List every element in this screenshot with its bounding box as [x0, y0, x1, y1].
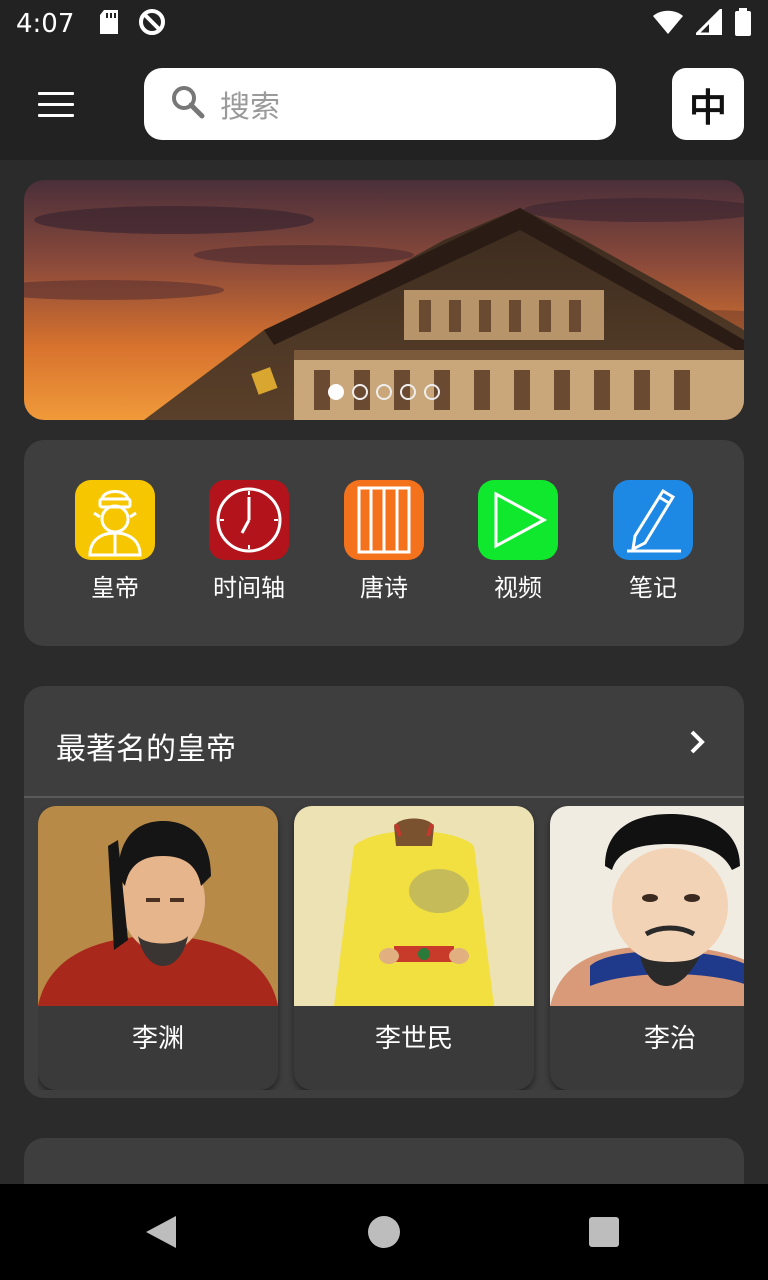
recent-apps-icon[interactable] — [589, 1217, 619, 1247]
li-shimin-portrait — [294, 806, 534, 1006]
category-timeline[interactable]: 时间轴 — [189, 480, 309, 603]
li-yuan-portrait — [38, 806, 278, 1006]
carousel-dot[interactable] — [424, 384, 440, 400]
emperor-carousel[interactable]: 李渊 李世民 李治 — [38, 806, 744, 1090]
emperor-card[interactable]: 李治 — [550, 806, 744, 1090]
hamburger-menu-icon[interactable] — [28, 82, 84, 126]
pencil-icon — [613, 480, 693, 560]
emperor-name: 李渊 — [131, 1023, 184, 1054]
category-grid: 皇帝 时间轴 唐诗 视频 笔记 — [24, 440, 744, 646]
status-time: 4:07 — [16, 9, 75, 39]
poetry-scroll-icon — [344, 480, 424, 560]
category-video[interactable]: 视频 — [458, 480, 578, 603]
back-icon[interactable] — [146, 1216, 176, 1252]
category-label: 皇帝 — [91, 574, 139, 602]
carousel-dot[interactable] — [376, 384, 392, 400]
emperor-card[interactable]: 李世民 — [294, 806, 534, 1090]
carousel-dot[interactable] — [328, 384, 344, 400]
clock-icon — [209, 480, 289, 560]
play-icon — [478, 480, 558, 560]
language-toggle-button[interactable]: 中 — [672, 68, 744, 140]
li-zhi-portrait — [550, 806, 744, 1006]
carousel-dot[interactable] — [400, 384, 416, 400]
signal-icon — [693, 6, 723, 39]
no-disturb-icon — [138, 8, 166, 40]
search-input[interactable]: 搜索 — [144, 68, 616, 140]
category-poetry[interactable]: 唐诗 — [324, 480, 444, 603]
category-label: 笔记 — [629, 574, 677, 602]
emperor-icon — [75, 480, 155, 560]
category-label: 唐诗 — [360, 574, 408, 602]
famous-emperors-section: 最著名的皇帝 李渊 李世民 李治 — [24, 686, 744, 1098]
section-header[interactable]: 最著名的皇帝 — [24, 686, 744, 798]
battery-icon — [734, 8, 752, 40]
search-icon — [170, 84, 206, 124]
wifi-icon — [652, 9, 684, 39]
home-icon[interactable] — [368, 1216, 400, 1248]
category-label: 视频 — [494, 574, 542, 602]
chevron-right-icon[interactable] — [682, 726, 714, 758]
status-bar: 4:07 — [0, 0, 768, 48]
category-emperor[interactable]: 皇帝 — [55, 480, 175, 603]
category-notes[interactable]: 笔记 — [593, 480, 713, 603]
category-label: 时间轴 — [213, 574, 285, 602]
app-bar: 搜索 中 — [0, 48, 768, 160]
carousel-indicators — [328, 384, 440, 400]
system-nav-bar — [0, 1184, 768, 1280]
sd-card-icon — [98, 9, 120, 39]
emperor-name: 李治 — [643, 1023, 696, 1054]
carousel-dot[interactable] — [352, 384, 368, 400]
section-title: 最著名的皇帝 — [56, 732, 236, 767]
banner-carousel[interactable] — [24, 180, 744, 420]
search-placeholder: 搜索 — [220, 90, 280, 125]
emperor-name: 李世民 — [374, 1023, 453, 1054]
emperor-card[interactable]: 李渊 — [38, 806, 278, 1090]
